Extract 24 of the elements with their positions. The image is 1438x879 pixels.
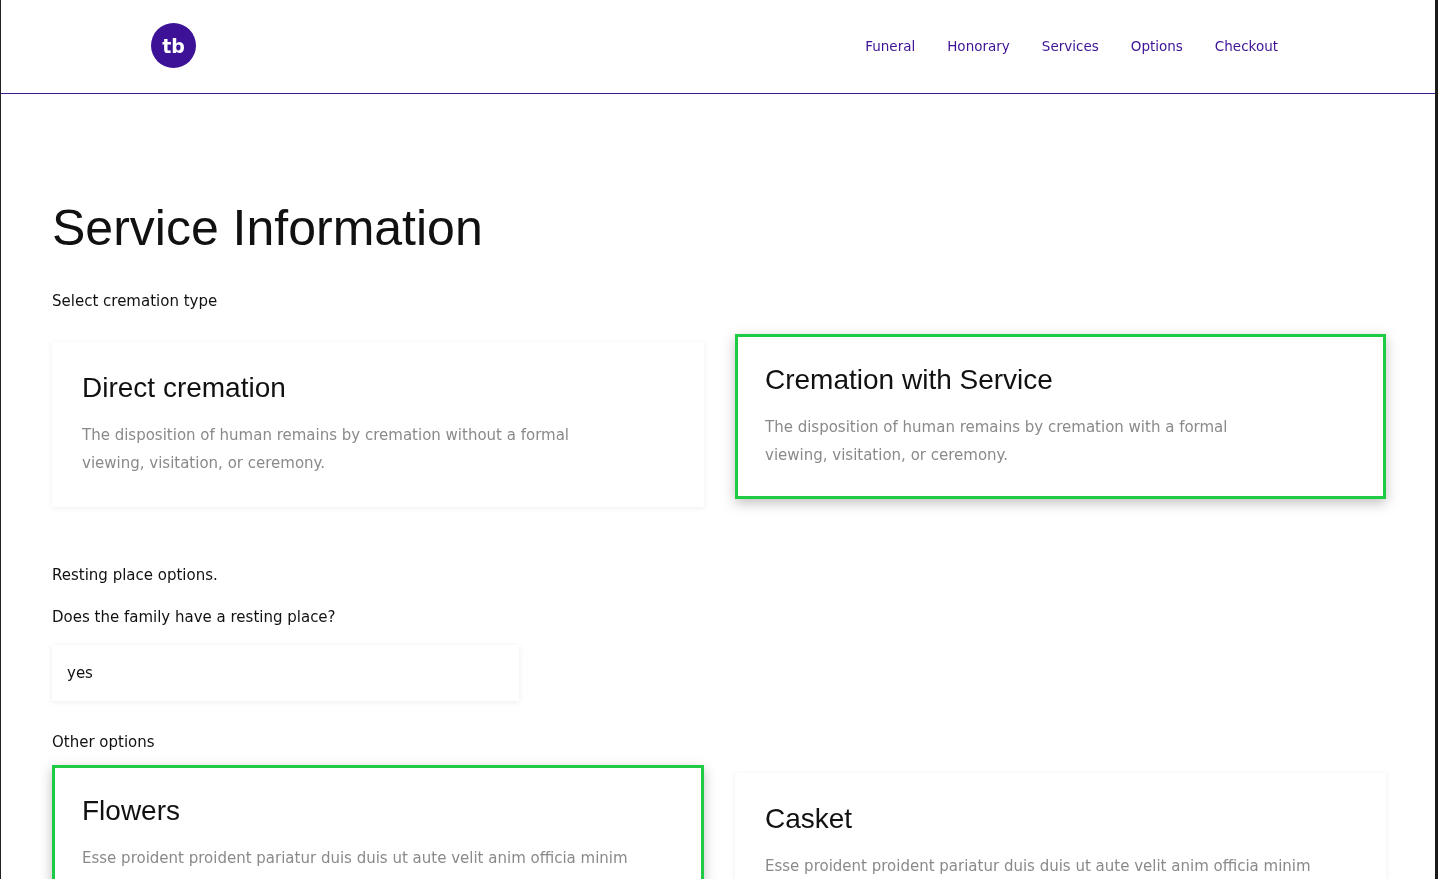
card-title: Casket <box>765 803 854 835</box>
card-title: Direct cremation <box>82 372 287 404</box>
card-description: Esse proident proident pariatur duis duis ut aute velit anim officia minim <box>765 856 1312 877</box>
card-description: The disposition of human remains by cremation with a formal viewing, visitation, or ceremony. <box>765 417 1229 466</box>
page-title: Service Information <box>52 199 484 258</box>
question-label: Does the family have a resting place? <box>52 608 337 626</box>
card-title: Flowers <box>82 795 181 827</box>
section-label: Select cremation type <box>52 292 219 310</box>
nav-link[interactable]: Services <box>1041 37 1099 54</box>
section-heading: Resting place options. <box>52 566 219 584</box>
nav-link[interactable]: Funeral <box>865 37 916 54</box>
card-description: The disposition of human remains by cremation without a formal viewing, visitation, or ceremony. <box>82 425 571 474</box>
card-title: Cremation with Service <box>765 364 1054 396</box>
card-description: Esse proident proident pariatur duis duis ut aute velit anim officia minim <box>82 848 629 869</box>
option-card[interactable]: Flowers Esse proident proident pariatur duis duis ut aute velit anim officia minim <box>52 765 704 879</box>
option-card[interactable]: Cremation with Service The disposition of human remains by cremation with a formal viewing, visitation, or ceremony. <box>735 334 1386 499</box>
nav-link[interactable]: Options <box>1130 37 1183 54</box>
input-field[interactable]: yes <box>52 645 519 701</box>
option-card[interactable]: Casket Esse proident proident pariatur duis duis ut aute velit anim officia minim <box>735 773 1386 879</box>
option-card[interactable]: Direct cremation The disposition of human remains by cremation without a formal viewing, visitation, or ceremony. <box>52 342 704 507</box>
section-label: Other options <box>52 733 156 751</box>
nav-link[interactable]: Honorary <box>947 37 1010 54</box>
logo[interactable]: tb <box>151 23 196 68</box>
nav-link[interactable]: Checkout <box>1214 37 1278 54</box>
